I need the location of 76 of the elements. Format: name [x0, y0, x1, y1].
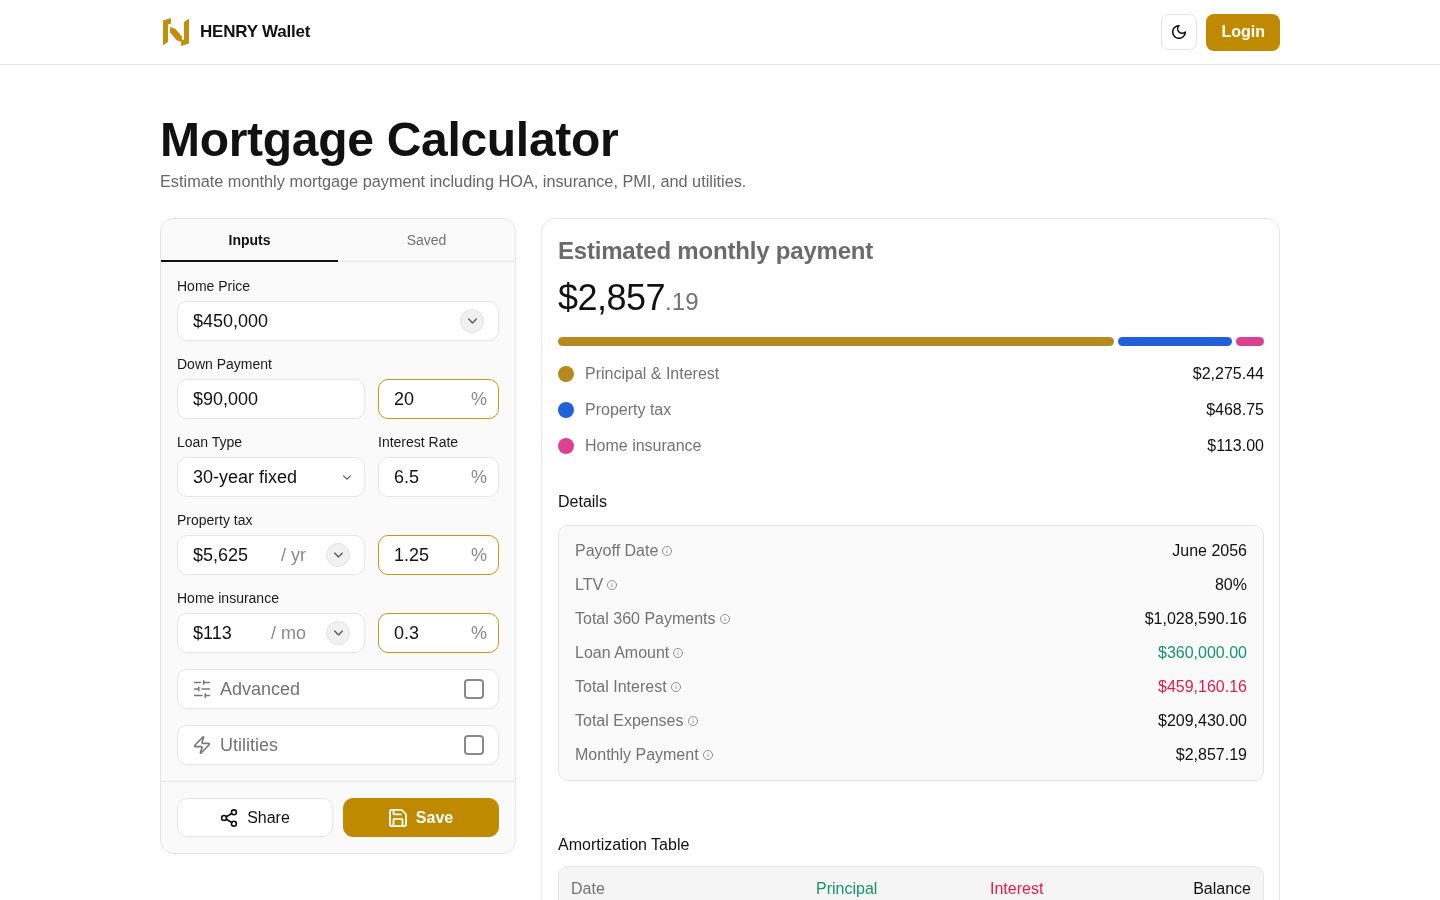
- bar-segment: [1236, 337, 1264, 346]
- chevron-down-icon: [333, 630, 343, 636]
- percent-input[interactable]: 6.5 %: [378, 457, 499, 497]
- detail-label: Total Interest: [575, 678, 667, 696]
- detail-label: Total 360 Payments: [575, 610, 716, 628]
- detail-label: Monthly Payment: [575, 746, 699, 764]
- chevron-down-icon: [343, 474, 351, 480]
- tab[interactable]: Saved: [338, 219, 515, 262]
- checkbox[interactable]: [464, 679, 484, 699]
- section-heading: Details: [558, 492, 608, 512]
- chevron-down-icon: [333, 552, 343, 558]
- field-label: Loan Type: [177, 433, 244, 451]
- detail-value: $1,028,590.16: [1144, 610, 1247, 628]
- detail-value: $209,430.00: [1158, 712, 1247, 730]
- legend-label: Property tax: [585, 401, 673, 419]
- legend-label: Principal & Interest: [585, 365, 721, 383]
- payment-cents: .19: [665, 287, 699, 317]
- detail-label: Payoff Date: [575, 542, 659, 560]
- option-toggle[interactable]: Utilities: [177, 725, 499, 765]
- info-icon: [702, 750, 713, 760]
- section-title: Estimated monthly payment: [558, 236, 875, 266]
- field-label: Property tax: [177, 511, 254, 529]
- info-icon: [673, 648, 684, 658]
- field-label: Interest Rate: [378, 433, 460, 451]
- dropdown-button[interactable]: [460, 309, 484, 333]
- detail-label: Loan Amount: [575, 644, 670, 662]
- chevron-down-icon: [467, 318, 477, 324]
- legend-value: $468.75: [1206, 401, 1264, 419]
- detail-value: $2,857.19: [1175, 746, 1247, 764]
- info-icon: [662, 546, 673, 556]
- detail-label: Total Expenses: [575, 712, 684, 730]
- field-label: Home Price: [177, 277, 252, 295]
- section-heading: Amortization Table: [558, 835, 691, 855]
- currency-input[interactable]: $113 / mo: [177, 613, 365, 653]
- brand-name: HENRY Wallet: [200, 22, 311, 42]
- tab[interactable]: Inputs: [161, 219, 338, 262]
- page-subtitle: Estimate monthly mortgage payment including HOA, insurance, PMI, and utilities.: [160, 171, 748, 191]
- option-toggle[interactable]: Advanced: [177, 669, 499, 709]
- percent-input[interactable]: 0.3 %: [378, 613, 499, 653]
- payment-amount: $2,857: [558, 276, 666, 320]
- info-icon: [607, 580, 618, 590]
- save-icon: [388, 808, 407, 827]
- field-label: Home insurance: [177, 589, 280, 607]
- detail-value: June 2056: [1172, 542, 1247, 560]
- column-header: Interest: [990, 880, 1045, 897]
- legend-value: $2,275.44: [1192, 365, 1264, 383]
- page-title: Mortgage Calculator: [160, 113, 620, 166]
- info-icon: [687, 716, 698, 726]
- percent-input[interactable]: 1.25 %: [378, 535, 499, 575]
- currency-input[interactable]: $450,000: [177, 301, 499, 341]
- theme-toggle-button[interactable]: [1161, 14, 1198, 50]
- column-header: Principal: [816, 880, 879, 897]
- field-label: Down Payment: [177, 355, 273, 373]
- detail-value: 80%: [1214, 576, 1247, 594]
- detail-value: $459,160.16: [1158, 678, 1247, 696]
- dropdown-button[interactable]: [326, 621, 350, 645]
- legend-value: $113.00: [1207, 437, 1264, 455]
- column-header: Date: [571, 880, 606, 897]
- share-icon: [220, 808, 239, 827]
- lightning-icon: [193, 736, 211, 754]
- currency-input[interactable]: $90,000: [177, 379, 365, 419]
- sliders-icon: [193, 680, 211, 698]
- dropdown-button[interactable]: [326, 543, 350, 567]
- share-button[interactable]: Share: [177, 798, 333, 837]
- detail-label: LTV: [575, 576, 604, 594]
- checkbox[interactable]: [464, 735, 484, 755]
- moon-icon: [1172, 25, 1187, 39]
- logo-icon: [163, 18, 189, 46]
- percent-input[interactable]: 20 %: [378, 379, 499, 419]
- detail-value: $360,000.00: [1158, 644, 1247, 662]
- column-header: Balance: [1192, 880, 1251, 897]
- loan-type-select[interactable]: 30-year fixed: [177, 457, 365, 497]
- legend-label: Home insurance: [585, 437, 703, 455]
- info-icon: [719, 614, 730, 624]
- currency-input[interactable]: $5,625 / yr: [177, 535, 365, 575]
- info-icon: [670, 682, 681, 692]
